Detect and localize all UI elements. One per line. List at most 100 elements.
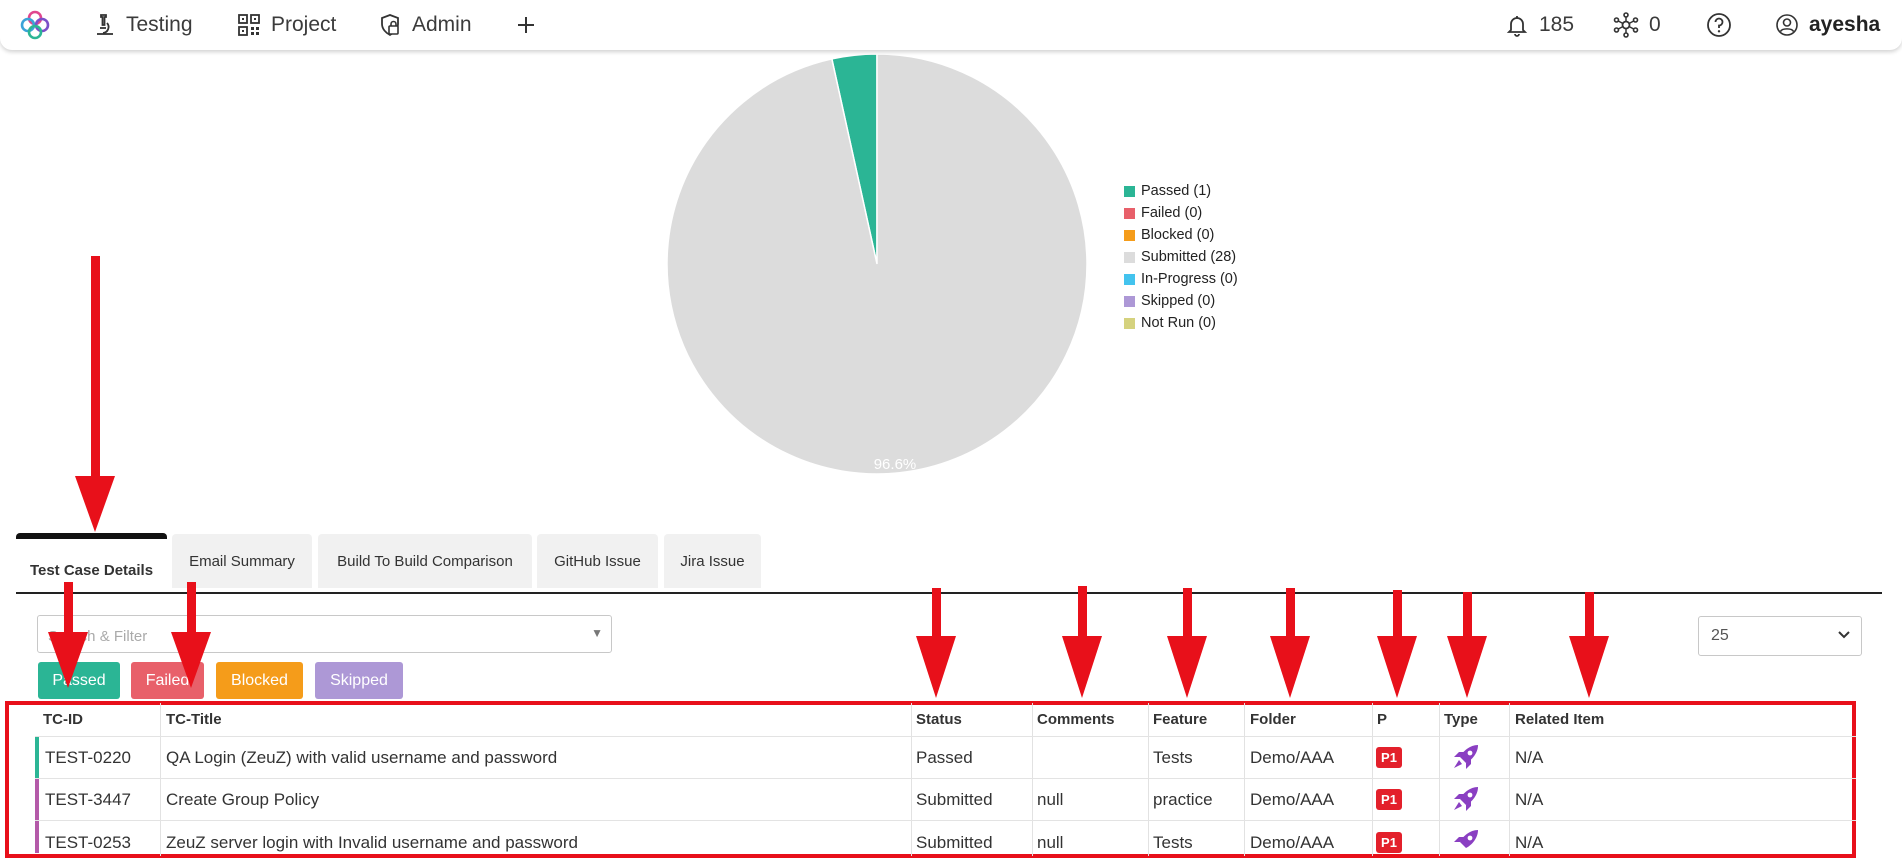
nav-testing[interactable]: Testing (94, 0, 193, 50)
legend-label: Blocked (0) (1141, 227, 1215, 243)
filter-skipped-button[interactable]: Skipped (315, 662, 403, 699)
legend-swatch (1124, 273, 1135, 285)
legend-swatch (1124, 207, 1135, 219)
legend-entry[interactable]: In-Progress (0) (1124, 268, 1238, 290)
page-size-value: 25 (1711, 627, 1729, 644)
cell-folder: Demo/AAA (1250, 833, 1335, 852)
cell-feature: practice (1153, 790, 1213, 809)
top-navigation-bar: Testing Project Admin 185 0 ayesha (0, 0, 1902, 50)
notifications-button[interactable]: 185 (1505, 0, 1574, 50)
tab-jira-issue[interactable]: Jira Issue (664, 534, 761, 588)
cell-status: Submitted (916, 790, 993, 809)
annotation-arrow (1377, 590, 1417, 698)
pie-slice-submitted[interactable] (667, 53, 1087, 475)
search-placeholder: Search & Filter (48, 628, 148, 645)
rocket-icon (1454, 745, 1478, 769)
network-nodes-icon (1613, 12, 1639, 38)
cell-folder: Demo/AAA (1250, 748, 1335, 767)
search-filter-input[interactable]: Search & Filter ▼ (37, 615, 612, 653)
chevron-down-icon (1838, 631, 1850, 639)
cell-folder: Demo/AAA (1250, 790, 1335, 809)
header-type[interactable]: Type (1444, 711, 1478, 728)
cell-tc-id[interactable]: TEST-3447 (45, 790, 131, 810)
annotation-arrow (916, 588, 956, 698)
legend-entry[interactable]: Blocked (0) (1124, 224, 1238, 246)
legend-swatch (1124, 317, 1135, 329)
add-button[interactable] (515, 0, 537, 50)
annotation-arrow (1062, 586, 1102, 698)
page-size-select[interactable]: 25 (1698, 616, 1862, 656)
tab-email-summary[interactable]: Email Summary (172, 534, 312, 588)
priority-badge: P1 (1376, 747, 1402, 768)
legend-swatch (1124, 251, 1135, 263)
nav-testing-label: Testing (126, 13, 193, 36)
legend-label: Skipped (0) (1141, 293, 1216, 309)
header-related-item[interactable]: Related Item (1515, 711, 1604, 728)
cell-status: Passed (916, 748, 973, 767)
header-tc-id[interactable]: TC-ID (43, 711, 83, 728)
cell-tc-id[interactable]: TEST-0220 (45, 748, 131, 768)
dropdown-caret-icon: ▼ (591, 626, 603, 640)
nav-project[interactable]: Project (237, 0, 336, 50)
cell-related-item: N/A (1515, 748, 1544, 767)
legend-entry[interactable]: Skipped (0) (1124, 290, 1238, 312)
app-logo-icon[interactable] (20, 10, 50, 40)
legend-swatch (1124, 185, 1135, 197)
rocket-icon (1454, 787, 1478, 811)
bell-icon (1506, 16, 1528, 37)
legend-label: Passed (1) (1141, 183, 1212, 199)
cell-tc-id[interactable]: TEST-0253 (45, 833, 131, 853)
annotation-arrow (1569, 592, 1609, 698)
help-icon (1707, 13, 1731, 37)
tab-divider (16, 592, 1882, 594)
header-folder[interactable]: Folder (1250, 711, 1296, 728)
plus-icon (518, 17, 534, 33)
nodes-button[interactable]: 0 (1613, 0, 1661, 50)
nav-admin[interactable]: Admin (378, 0, 472, 50)
row-status-indicator (35, 821, 39, 853)
filter-failed-button[interactable]: Failed (131, 662, 204, 699)
row-status-indicator (35, 737, 39, 778)
cell-related-item: N/A (1515, 833, 1544, 852)
header-status[interactable]: Status (916, 711, 962, 728)
cell-comments: null (1037, 833, 1064, 852)
tab-github-issue[interactable]: GitHub Issue (537, 534, 658, 588)
cell-status: Submitted (916, 833, 993, 852)
annotation-arrow (1447, 592, 1487, 698)
tab-build-comparison[interactable]: Build To Build Comparison (318, 534, 532, 588)
cell-related-item: N/A (1515, 790, 1544, 809)
tab-test-case-details[interactable]: Test Case Details (16, 533, 167, 589)
cell-tc-title[interactable]: ZeuZ server login with Invalid username … (166, 833, 578, 853)
chart-legend: Passed (1) Failed (0) Blocked (0) Submitted… (1124, 180, 1238, 334)
header-tc-title[interactable]: TC-Title (166, 711, 222, 728)
legend-entry[interactable]: Failed (0) (1124, 202, 1238, 224)
pie-data-label: 96.6% (874, 456, 917, 473)
help-button[interactable] (1706, 0, 1732, 50)
legend-entry[interactable]: Submitted (28) (1124, 246, 1238, 268)
nav-admin-label: Admin (412, 13, 472, 36)
filter-passed-button[interactable]: Passed (38, 662, 120, 699)
filter-blocked-button[interactable]: Blocked (216, 662, 303, 699)
priority-badge: P1 (1376, 789, 1402, 810)
legend-swatch (1124, 229, 1135, 241)
cell-tc-title[interactable]: QA Login (ZeuZ) with valid username and … (166, 748, 557, 768)
header-comments[interactable]: Comments (1037, 711, 1115, 728)
legend-entry[interactable]: Not Run (0) (1124, 312, 1238, 334)
user-menu[interactable]: ayesha (1775, 0, 1880, 50)
nodes-count: 0 (1649, 13, 1661, 36)
cell-feature: Tests (1153, 748, 1193, 767)
header-priority[interactable]: P (1377, 711, 1387, 728)
legend-label: In-Progress (0) (1141, 271, 1238, 287)
shield-lock-icon (381, 14, 399, 37)
legend-label: Not Run (0) (1141, 315, 1216, 331)
cell-feature: Tests (1153, 833, 1193, 852)
annotation-arrow (75, 256, 115, 532)
cell-tc-title[interactable]: Create Group Policy (166, 790, 319, 810)
microscope-icon (97, 14, 113, 35)
annotation-arrow (1270, 588, 1310, 698)
row-status-indicator (35, 779, 39, 820)
legend-entry[interactable]: Passed (1) (1124, 180, 1238, 202)
legend-label: Failed (0) (1141, 205, 1203, 221)
nav-project-label: Project (271, 13, 337, 36)
header-feature[interactable]: Feature (1153, 711, 1207, 728)
